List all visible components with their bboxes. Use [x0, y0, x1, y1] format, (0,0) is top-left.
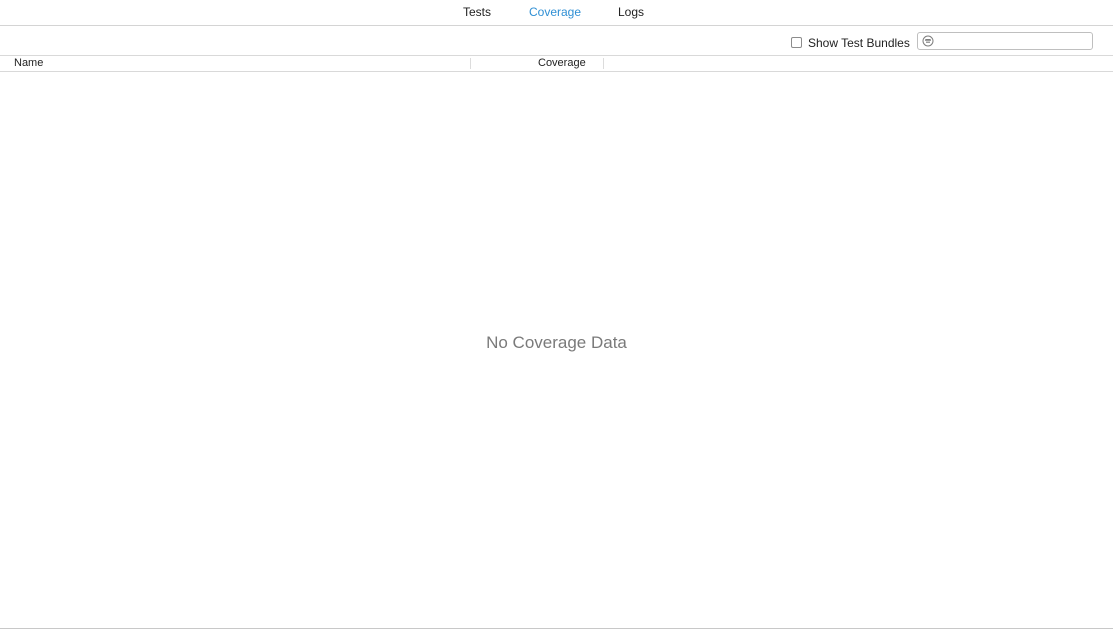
table-header-row: Name Coverage	[0, 56, 1113, 72]
filter-icon[interactable]	[922, 35, 934, 47]
tab-coverage[interactable]: Coverage	[529, 5, 581, 19]
empty-state-message: No Coverage Data	[486, 333, 627, 352]
filter-field[interactable]	[917, 32, 1093, 50]
column-divider[interactable]	[603, 58, 604, 69]
coverage-report-window: Tests Coverage Logs Show Test Bundles Na…	[0, 0, 1113, 629]
column-header-name[interactable]: Name	[14, 57, 43, 70]
coverage-table-body: No Coverage Data	[0, 72, 1113, 628]
tab-logs[interactable]: Logs	[618, 5, 644, 19]
tab-tests[interactable]: Tests	[463, 5, 491, 19]
show-test-bundles-checkbox[interactable]	[791, 37, 802, 48]
report-tab-bar: Tests Coverage Logs	[0, 0, 1113, 26]
filter-input[interactable]	[938, 34, 1088, 48]
show-test-bundles-label[interactable]: Show Test Bundles	[808, 36, 910, 50]
column-header-coverage[interactable]: Coverage	[538, 57, 586, 70]
column-divider[interactable]	[470, 58, 471, 69]
coverage-toolbar: Show Test Bundles	[0, 26, 1113, 56]
